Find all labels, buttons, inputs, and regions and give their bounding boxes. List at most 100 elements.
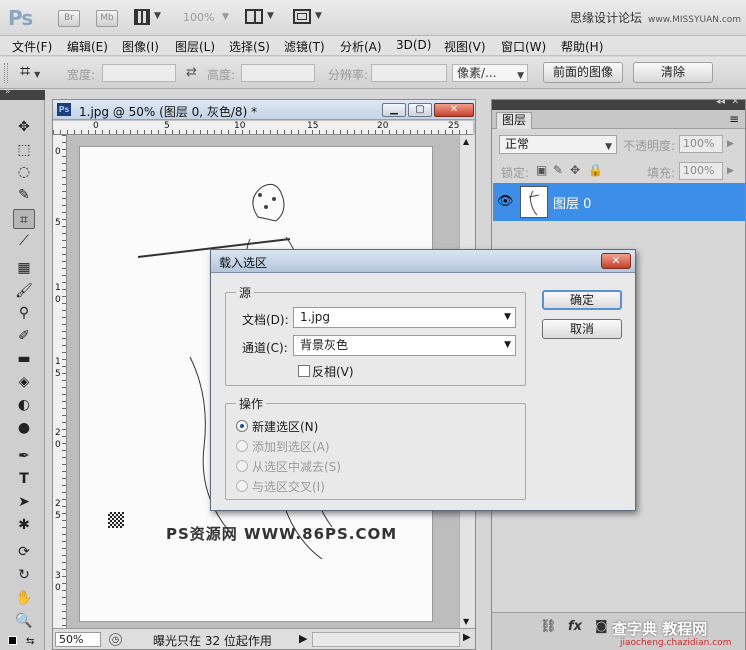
marquee-tool-icon[interactable]: ⬚ [13, 140, 35, 160]
cancel-button[interactable]: 取消 [542, 319, 622, 339]
status-info-icon[interactable]: ◷ [109, 633, 122, 646]
menu-help[interactable]: 帮助(H) [561, 38, 603, 55]
crop-tool-preset-button[interactable]: ⌗ ▼ [20, 61, 40, 82]
dialog-title-bar[interactable]: 载入选区 ✕ [211, 250, 635, 273]
dodge-tool-icon[interactable]: ● [13, 418, 35, 438]
blend-mode-select[interactable]: 正常 ▼ [499, 135, 617, 154]
zoom-tool-icon[interactable]: 🔍 [13, 611, 35, 631]
swap-dimensions-icon[interactable]: ⇄ [186, 65, 197, 80]
menu-window[interactable]: 窗口(W) [501, 38, 546, 55]
scroll-right-icon[interactable]: ▶ [463, 632, 471, 643]
close-panel-icon[interactable]: ✕ [731, 97, 739, 107]
path-selection-tool-icon[interactable]: ➤ [13, 492, 35, 512]
fill-input[interactable]: 100% [679, 162, 723, 180]
eraser-tool-icon[interactable]: ▬ [13, 349, 35, 369]
quick-selection-tool-icon[interactable]: ✎ [13, 185, 35, 205]
lock-all-icon[interactable]: 🔒 [588, 163, 603, 177]
lock-pixels-icon[interactable]: ✎ [553, 163, 563, 177]
layer-row[interactable]: 👁 图层 0 [493, 183, 745, 221]
layer-mask-icon[interactable]: ◙ [595, 619, 608, 634]
ruler-label: 0 [55, 147, 61, 157]
tab-layers[interactable]: 图层 [496, 112, 533, 129]
shape-tool-icon[interactable]: ✱ [13, 515, 35, 535]
pen-tool-icon[interactable]: ✒ [13, 446, 35, 466]
menu-view[interactable]: 视图(V) [444, 38, 486, 55]
ruler-label: 20 [377, 121, 389, 131]
foreground-color-swatch[interactable] [8, 636, 17, 645]
opacity-label: 不透明度: [623, 139, 676, 153]
swap-colors-icon[interactable]: ⇆ [26, 636, 34, 647]
ruler-label: 0 [55, 295, 61, 305]
visibility-eye-icon[interactable]: 👁 [497, 194, 514, 209]
height-input[interactable] [241, 64, 315, 82]
document-title-bar[interactable]: Ps 1.jpg @ 50% (图层 0, 灰色/8) * ▁ ▢ ✕ [53, 100, 475, 120]
eyedropper-tool-icon[interactable]: ⟋ [13, 231, 35, 251]
crop-tool-icon[interactable]: ⌗ [13, 209, 35, 229]
zoom-level[interactable]: 100% [183, 11, 214, 24]
height-label: 高度: [207, 68, 236, 82]
spot-healing-tool-icon[interactable]: ▦ [13, 258, 35, 278]
intersect-selection-label: 与选区交叉(I) [252, 480, 325, 494]
front-image-button[interactable]: 前面的图像 [543, 62, 623, 83]
menu-edit[interactable]: 编辑(E) [67, 38, 108, 55]
paint-bucket-tool-icon[interactable]: ◈ [13, 372, 35, 392]
chevron-right-icon[interactable]: ▶ [727, 166, 734, 176]
document-label: 文档(D): [242, 313, 289, 327]
horizontal-scrollbar[interactable] [312, 632, 460, 647]
type-tool-icon[interactable]: T [13, 469, 35, 489]
scroll-down-icon[interactable]: ▼ [463, 617, 469, 626]
blur-tool-icon[interactable]: ◐ [13, 395, 35, 415]
link-layers-icon[interactable]: ⛓ [540, 619, 557, 634]
panel-menu-icon[interactable]: ≡ [729, 112, 739, 126]
document-select[interactable]: 1.jpg ▼ [293, 307, 516, 328]
move-tool-icon[interactable]: ✥ [13, 117, 35, 137]
collapse-icon[interactable]: » [5, 87, 11, 97]
minimize-button[interactable]: ▁ [382, 103, 406, 117]
new-selection-radio[interactable] [236, 420, 248, 432]
ok-button[interactable]: 确定 [542, 290, 622, 310]
menu-select[interactable]: 选择(S) [229, 38, 270, 55]
ruler-label: 0 [55, 440, 61, 450]
dialog-close-button[interactable]: ✕ [601, 253, 631, 269]
history-brush-tool-icon[interactable]: ✐ [13, 326, 35, 346]
new-selection-label: 新建选区(N) [252, 420, 319, 434]
maximize-button[interactable]: ▢ [408, 103, 432, 117]
fx-icon[interactable]: fx [568, 619, 582, 634]
3d-rotate-tool-icon[interactable]: ⟳ [13, 542, 35, 562]
collapse-icon[interactable]: ◂◂ [716, 97, 725, 107]
lasso-tool-icon[interactable]: ◌ [13, 162, 35, 182]
channel-select[interactable]: 背景灰色 ▼ [293, 335, 516, 356]
chevron-right-icon[interactable]: ▶ [727, 139, 734, 149]
ruler-label: 1 [55, 357, 61, 367]
menu-analysis[interactable]: 分析(A) [340, 38, 382, 55]
panel-tabs: 图层 ≡ [492, 110, 745, 129]
scroll-up-icon[interactable]: ▲ [463, 137, 469, 146]
document-title: 1.jpg @ 50% (图层 0, 灰色/8) * [79, 105, 258, 119]
opacity-input[interactable]: 100% [679, 135, 723, 153]
resolution-input[interactable] [371, 64, 447, 82]
menu-bar: 文件(F) 编辑(E) 图像(I) 图层(L) 选择(S) 滤镜(T) 分析(A… [0, 36, 746, 56]
menu-3d[interactable]: 3D(D) [396, 38, 431, 52]
resolution-unit-select[interactable]: 像素/... ▼ [452, 64, 528, 82]
status-zoom-input[interactable]: 50% [55, 632, 101, 647]
bridge-button[interactable]: Br [58, 10, 80, 27]
3d-orbit-tool-icon[interactable]: ↻ [13, 565, 35, 585]
source-group: 源 文档(D): 1.jpg ▼ 通道(C): 背景灰色 ▼ 反相(V) [225, 284, 526, 386]
clear-button[interactable]: 清除 [633, 62, 713, 83]
close-button[interactable]: ✕ [434, 103, 474, 117]
brush-tool-icon[interactable]: 🖌 [13, 281, 35, 301]
hand-tool-icon[interactable]: ✋ [13, 588, 35, 608]
width-input[interactable] [102, 64, 176, 82]
lock-transparency-icon[interactable]: ▣ [536, 163, 547, 177]
clone-stamp-tool-icon[interactable]: ⚲ [13, 303, 35, 323]
lock-position-icon[interactable]: ✥ [570, 163, 580, 177]
invert-checkbox[interactable] [298, 365, 310, 377]
mini-bridge-button[interactable]: Mb [96, 10, 118, 27]
status-menu-arrow-icon[interactable]: ▶ [299, 632, 307, 645]
chevron-down-icon: ▼ [34, 70, 41, 79]
menu-layer[interactable]: 图层(L) [175, 38, 215, 55]
menu-image[interactable]: 图像(I) [122, 38, 159, 55]
menu-file[interactable]: 文件(F) [12, 38, 52, 55]
ruler-label: 5 [55, 369, 61, 379]
menu-filter[interactable]: 滤镜(T) [284, 38, 325, 55]
